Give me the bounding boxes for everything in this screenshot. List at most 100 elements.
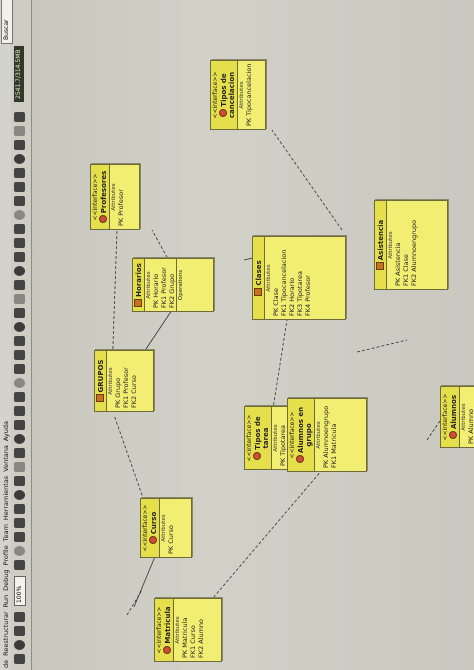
toolbar-button-icon[interactable] [14, 308, 25, 318]
attributes-section-label: Attributes [239, 81, 245, 109]
menu-item-run[interactable]: Run [2, 593, 10, 609]
class-title: Tipos de tarea [253, 409, 270, 467]
attribute-row: PK Profesor [117, 189, 125, 226]
toolbar-button-icon[interactable] [14, 490, 25, 500]
link-tipostarea-clases [271, 319, 288, 416]
class-box-curso[interactable]: <<interface>> Curso Attributes PK Curso [140, 498, 192, 558]
toolbar-button-icon[interactable] [14, 350, 25, 360]
menu-item-debug[interactable]: Debug [2, 567, 10, 592]
attributes-section-label: Attributes [273, 424, 279, 452]
stereotype-label: <<interface>> [142, 504, 149, 552]
attribute-row: PK Grupo [114, 377, 122, 408]
stereotype-label: <<interface>> [442, 393, 449, 441]
class-title: Curso [149, 501, 158, 555]
toolbar-button-icon[interactable] [14, 252, 25, 262]
toolbar-button-icon[interactable] [14, 294, 25, 304]
menu-item-team[interactable]: Team [2, 522, 10, 543]
attribute-row: FK1 Profesor [122, 367, 130, 408]
attributes-section-label: Attributes [111, 183, 117, 211]
class-box-asistencia[interactable]: Asistencia Attributes PK Asistencia FK1 Cla… [374, 200, 448, 290]
attribute-row: PK Clase [272, 288, 280, 316]
menu-item-reestructurar[interactable]: Reestructurar [2, 609, 10, 658]
toolbar-button-icon[interactable] [14, 126, 25, 136]
toolbar-button-icon[interactable] [14, 210, 25, 220]
interface-icon [449, 431, 457, 440]
toolbar-button-icon[interactable] [14, 182, 25, 192]
class-box-tipos-cancelacion[interactable]: <<interface>> Tipos de cancelacion Attribu… [210, 60, 266, 130]
class-box-horarios[interactable]: Horarios Attributes PK Horario FK1 Profesor… [132, 258, 214, 312]
toolbar-button-icon[interactable] [14, 378, 25, 388]
menu-item-herramientas[interactable]: Herramientas [2, 474, 10, 522]
toolbar-button-icon[interactable] [14, 140, 25, 150]
class-title: Asistencia [376, 203, 385, 287]
toolbar-button-icon[interactable] [14, 448, 25, 458]
memory-indicator: 2541.7/314.5MB [14, 46, 24, 102]
class-title: Horarios [134, 261, 143, 309]
attribute-row: PK Tipocancelacion [245, 63, 253, 126]
class-header: GRUPOS [95, 351, 107, 411]
menu-item-ayuda[interactable]: Ayuda [2, 419, 10, 443]
toolbar-button-icon[interactable] [14, 266, 25, 276]
attributes-section-label: Attributes [175, 616, 181, 644]
class-box-alumnos[interactable]: <<interface>> Alumnos Attributes PK Alumno [440, 386, 474, 448]
class-title-text: Alumnos en grupo [297, 406, 313, 454]
toolbar-button-icon[interactable] [14, 560, 25, 570]
toolbar-button-icon[interactable] [14, 238, 25, 248]
attribute-row: FK1 Clase [402, 254, 410, 286]
class-title-text: Asistencia [377, 219, 385, 261]
toolbar-button-icon[interactable] [14, 434, 25, 444]
attributes-section-label: Attributes [266, 264, 272, 292]
zoom-select[interactable]: 100% [14, 576, 26, 606]
toolbar-button-icon[interactable] [14, 154, 25, 164]
attribute-row: FK2 Alumno [197, 618, 205, 658]
class-box-profesores[interactable]: <<interface>> Profesores Attributes PK Prof… [90, 164, 140, 230]
toolbar-button-icon[interactable] [14, 364, 25, 374]
toolbar-button-icon[interactable] [14, 476, 25, 486]
interface-icon [163, 645, 171, 654]
class-box-matricula[interactable]: <<interface>> Matricula Attributes PK Matri… [154, 598, 222, 662]
menu-item-profile[interactable]: Profile [2, 543, 10, 567]
toolbar-button-icon[interactable] [14, 640, 25, 650]
class-title: Alumnos en grupo [296, 401, 313, 469]
class-box-alumnos-grupo[interactable]: <<interface>> Alumnos en grupo Attributes P… [287, 398, 367, 472]
toolbar-button-icon[interactable] [14, 322, 25, 332]
toolbar-button-icon[interactable] [14, 280, 25, 290]
class-header: <<interface>> Alumnos en grupo [288, 399, 315, 471]
toolbar-button-icon[interactable] [14, 546, 25, 556]
toolbar-button-icon[interactable] [14, 462, 25, 472]
class-box-clases[interactable]: Clases Attributes PK Clase FK1 Tipocancelac… [252, 236, 346, 320]
class-title-text: Profesores [100, 170, 108, 214]
toolbar-button-icon[interactable] [14, 112, 25, 122]
attribute-row: FK1 Profesor [160, 267, 168, 308]
stereotype-label: <<interface>> [212, 71, 219, 119]
attribute-row: FK2 Grupo [168, 273, 176, 308]
toolbar-button-icon[interactable] [14, 532, 25, 542]
toolbar-button-icon[interactable] [14, 336, 25, 346]
link-alumnosgrupo-asistencia [356, 339, 408, 353]
interface-icon [253, 451, 261, 460]
attribute-row: FK2 Horario [288, 277, 296, 316]
toolbar-button-icon[interactable] [14, 654, 25, 664]
link-matricula-alumnosgrupo [206, 469, 323, 606]
table-icon [376, 262, 384, 271]
menu-item-de[interactable]: de [2, 658, 10, 670]
menu-item-ventana[interactable]: Ventana [2, 443, 10, 474]
class-title: Matricula [163, 601, 172, 659]
class-header: <<interface>> Alumnos [441, 387, 460, 447]
toolbar-button-icon[interactable] [14, 406, 25, 416]
attribute-row: PK Curso [167, 525, 175, 554]
toolbar-button-icon[interactable] [14, 420, 25, 430]
toolbar-button-icon[interactable] [14, 626, 25, 636]
class-box-grupos[interactable]: GRUPOS Attributes PK Grupo FK1 Profesor FK2 … [94, 350, 154, 412]
stereotype-label: <<interface>> [246, 414, 253, 462]
toolbar-button-icon[interactable] [14, 612, 25, 622]
attributes-section-label: Attributes [161, 514, 167, 542]
toolbar-button-icon[interactable] [14, 196, 25, 206]
toolbar-button-icon[interactable] [14, 518, 25, 528]
search-input[interactable]: Buscar [1, 0, 13, 44]
toolbar-button-icon[interactable] [14, 224, 25, 234]
stereotype-label: <<interface>> [289, 411, 296, 459]
toolbar-button-icon[interactable] [14, 392, 25, 402]
toolbar-button-icon[interactable] [14, 168, 25, 178]
toolbar-button-icon[interactable] [14, 504, 25, 514]
